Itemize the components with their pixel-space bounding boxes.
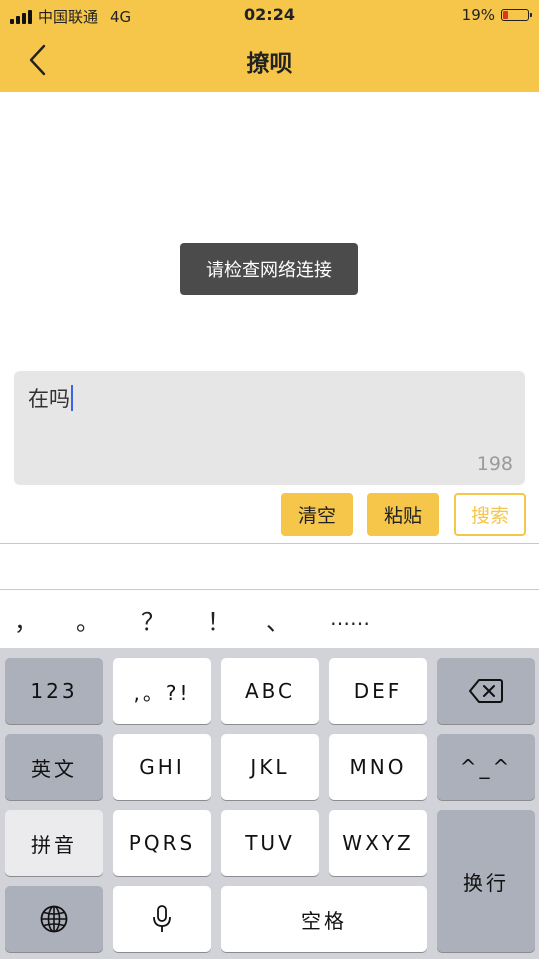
key-punctuation[interactable]: ,。?! <box>113 658 211 724</box>
paste-button[interactable]: 粘贴 <box>367 493 439 536</box>
candidate-enumeration-comma[interactable]: 、 <box>266 602 290 637</box>
search-button[interactable]: 搜索 <box>454 493 526 536</box>
microphone-button[interactable] <box>113 886 211 952</box>
key-jkl[interactable]: JKL <box>221 734 319 800</box>
key-pqrs[interactable]: PQRS <box>113 810 211 876</box>
candidate-ellipsis[interactable]: …… <box>330 606 370 630</box>
key-abc[interactable]: ABC <box>221 658 319 724</box>
status-bar: 中国联通 4G 02:24 19% <box>0 0 539 30</box>
text-caret <box>71 385 73 411</box>
globe-button[interactable] <box>5 886 103 952</box>
battery-icon <box>501 9 532 21</box>
candidate-period[interactable]: 。 <box>76 602 100 637</box>
nav-bar: 撩呗 <box>0 30 539 92</box>
char-counter: 198 <box>476 453 513 475</box>
input-value: 在吗 <box>28 387 70 411</box>
delete-button[interactable] <box>437 658 535 724</box>
backspace-icon <box>469 679 503 703</box>
key-tuv[interactable]: TUV <box>221 810 319 876</box>
key-pinyin[interactable]: 拼音 <box>5 810 103 876</box>
candidate-exclamation[interactable]: ！ <box>207 602 231 637</box>
battery-percent: 19% <box>461 6 495 24</box>
candidate-bar: ， 。 ？ ！ 、 …… <box>0 590 539 648</box>
page-title: 撩呗 <box>246 51 293 77</box>
status-time: 02:24 <box>244 5 295 24</box>
key-wxyz[interactable]: WXYZ <box>329 810 427 876</box>
space-bar[interactable]: 空格 <box>221 886 427 952</box>
divider-top <box>0 543 539 544</box>
battery-fill <box>503 11 508 19</box>
keyboard: 123 ,。?! ABC DEF 英文 GHI JKL MNO ^_^ 拼音 P… <box>0 648 539 959</box>
return-button[interactable]: 换行 <box>437 810 535 952</box>
key-123[interactable]: 123 <box>5 658 103 724</box>
message-input[interactable]: 在吗 198 <box>14 371 525 485</box>
toast-message: 请检查网络连接 <box>180 243 358 295</box>
key-ghi[interactable]: GHI <box>113 734 211 800</box>
key-mno[interactable]: MNO <box>329 734 427 800</box>
candidate-question[interactable]: ？ <box>141 602 165 637</box>
microphone-icon <box>153 905 171 932</box>
status-right: 19% <box>461 6 532 24</box>
clear-button[interactable]: 清空 <box>281 493 353 536</box>
candidate-comma[interactable]: ， <box>14 602 38 637</box>
input-text-wrap: 在吗 <box>28 383 73 413</box>
key-emoticon[interactable]: ^_^ <box>437 734 535 800</box>
key-english[interactable]: 英文 <box>5 734 103 800</box>
key-def[interactable]: DEF <box>329 658 427 724</box>
globe-icon <box>40 905 68 933</box>
